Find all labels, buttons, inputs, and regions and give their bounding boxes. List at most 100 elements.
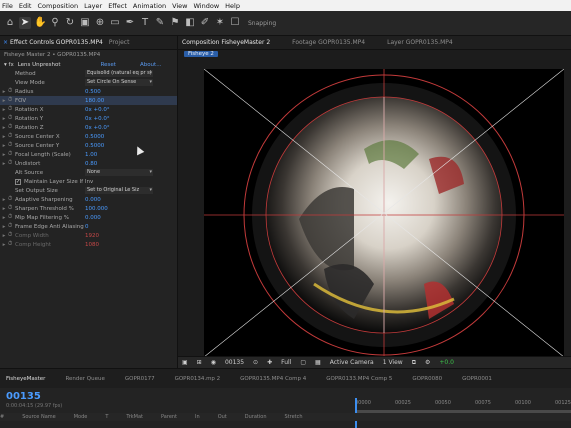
tab-project[interactable]: Project (109, 39, 130, 46)
puppet-tool-icon[interactable]: ✶ (214, 17, 226, 29)
property-value[interactable]: 0.000 (85, 215, 101, 221)
property-dropdown[interactable]: Equisolid (natural eq pr s) (85, 70, 153, 77)
stopwatch-icon[interactable]: ⏱ (8, 196, 15, 203)
effect-header[interactable]: ▾ fx Lens Unpreshot Reset About... (0, 60, 177, 69)
eraser-tool-icon[interactable]: ◧ (184, 17, 196, 29)
stopwatch-icon[interactable]: ⏱ (8, 232, 15, 239)
zoom-tool-icon[interactable]: ⚲ (49, 17, 61, 29)
timeline-column-header[interactable]: Duration (245, 414, 267, 420)
timeline-tab[interactable]: Render Queue (65, 376, 104, 382)
transparency-icon[interactable]: ▦ (315, 359, 321, 366)
effect-property-row[interactable]: ▸ ⏱ Mip Map Filtering % 0.000 (0, 213, 177, 222)
snapshot-icon[interactable]: ⊙ (253, 359, 258, 366)
effect-property-row[interactable]: ▸ ⏱ Adaptive Sharpening 0.000 (0, 195, 177, 204)
stopwatch-icon[interactable]: ⏱ (8, 133, 15, 140)
stopwatch-icon[interactable]: ⏱ (8, 160, 15, 167)
effect-property-row[interactable]: ▸ ⏱ Comp Width 1920 (0, 231, 177, 240)
expand-triangle-icon[interactable]: ▸ (0, 161, 8, 167)
property-value[interactable]: 0.500 (85, 89, 101, 95)
region-icon[interactable]: ▢ (300, 359, 306, 366)
timeline-column-header[interactable]: Source Name (22, 414, 56, 420)
timeline-tab[interactable]: FisheyeMaster (6, 376, 45, 382)
effect-property-row[interactable]: ▸ ⏱ Rotation Z 0x +0.0° (0, 123, 177, 132)
expand-triangle-icon[interactable]: ▸ (0, 107, 8, 113)
fx-toggle-icon[interactable]: ▾ fx (4, 62, 14, 68)
property-value[interactable]: 0.80 (85, 161, 97, 167)
property-value[interactable]: 1920 (85, 233, 99, 239)
expand-triangle-icon[interactable]: ▸ (0, 143, 8, 149)
property-value[interactable]: 180.00 (85, 98, 104, 104)
expand-triangle-icon[interactable]: ▸ (0, 233, 8, 239)
property-dropdown[interactable]: Set to Original Le Siz (85, 187, 153, 194)
effect-property-row[interactable]: ✓ Maintain Layer Size If Inv (0, 177, 177, 186)
timeline-column-header[interactable]: # (0, 414, 4, 420)
menu-item-window[interactable]: Window (194, 2, 220, 10)
expand-triangle-icon[interactable]: ▸ (0, 224, 8, 230)
menu-item-composition[interactable]: Composition (37, 2, 78, 10)
timeline-column-header[interactable]: Mode (74, 414, 88, 420)
effect-property-row[interactable]: ▸ ⏱ FOV 180.00 (0, 96, 177, 105)
stopwatch-icon[interactable]: ⏱ (8, 214, 15, 221)
stopwatch-icon[interactable]: ⏱ (8, 205, 15, 212)
property-value[interactable]: 0.5000 (85, 134, 104, 140)
expand-triangle-icon[interactable]: ▸ (0, 197, 8, 203)
timeline-tab[interactable]: GOPR0133.MP4 Comp 5 (326, 376, 392, 382)
stopwatch-icon[interactable]: ⏱ (8, 115, 15, 122)
menu-item-layer[interactable]: Layer (84, 2, 102, 10)
effect-property-row[interactable]: ▸ ⏱ Source Center Y 0.5000 (0, 141, 177, 150)
property-dropdown[interactable]: Set Circle On Sense (85, 79, 153, 86)
expand-triangle-icon[interactable]: ▸ (0, 98, 8, 104)
zoom-select[interactable]: Full (281, 359, 291, 366)
toggle-icon[interactable]: ⧉ (412, 359, 416, 367)
effect-property-row[interactable]: ▸ ⏱ Comp Height 1080 (0, 240, 177, 249)
composition-tab[interactable]: Composition FisheyeMaster 2 (182, 39, 270, 46)
camera-select[interactable]: Active Camera (330, 359, 374, 366)
expand-triangle-icon[interactable]: ▸ (0, 242, 8, 248)
stopwatch-icon[interactable]: ⏱ (8, 88, 15, 95)
menu-item-view[interactable]: View (172, 2, 187, 10)
menu-item-help[interactable]: Help (225, 2, 240, 10)
menu-item-effect[interactable]: Effect (108, 2, 127, 10)
effect-property-row[interactable]: Alt Source None (0, 168, 177, 177)
expand-triangle-icon[interactable]: ▸ (0, 116, 8, 122)
close-icon[interactable]: × (3, 39, 8, 46)
timeline-tab[interactable]: GOPR0080 (412, 376, 442, 382)
expand-triangle-icon[interactable]: ▸ (0, 206, 8, 212)
expand-triangle-icon[interactable]: ▸ (0, 125, 8, 131)
menu-item-file[interactable]: File (2, 2, 13, 10)
effect-property-row[interactable]: ▸ ⏱ Frame Edge Anti Aliasing 0 (0, 222, 177, 231)
property-value[interactable]: 0x +0.0° (85, 116, 110, 122)
timeline-column-header[interactable]: Parent (161, 414, 177, 420)
resolution-icon[interactable]: ⊞ (197, 359, 202, 366)
type-tool-icon[interactable]: T (139, 17, 151, 29)
timeline-column-header[interactable]: TrkMat (126, 414, 143, 420)
effect-property-row[interactable]: ▸ ⏱ Radius 0.500 (0, 87, 177, 96)
roto-brush-tool-icon[interactable]: ✐ (199, 17, 211, 29)
effect-property-row[interactable]: ▸ ⏱ Undistort 0.80 (0, 159, 177, 168)
timeline-column-header[interactable]: T (105, 414, 108, 420)
effect-property-row[interactable]: ▸ ⏱ Source Center X 0.5000 (0, 132, 177, 141)
composition-tab[interactable]: Footage GOPR0135.MP4 (292, 39, 365, 46)
composition-subtab[interactable]: Fisheye 2 (178, 50, 571, 59)
preview-icon[interactable]: ▣ (182, 359, 188, 366)
menu-item-animation[interactable]: Animation (133, 2, 166, 10)
property-value[interactable]: 0x +0.0° (85, 107, 110, 113)
expand-triangle-icon[interactable]: ▸ (0, 89, 8, 95)
tab-effect-controls[interactable]: × Effect Controls GOPR0135.MP4 (3, 39, 103, 46)
effect-property-row[interactable]: Set Output Size Set to Original Le Siz (0, 186, 177, 195)
timeline-tab[interactable]: GOPR0134.mp 2 (175, 376, 221, 382)
rotate-tool-icon[interactable]: ↻ (64, 17, 76, 29)
effect-property-row[interactable]: ▸ ⏱ Focal Length (Scale) 1.00 (0, 150, 177, 159)
expand-triangle-icon[interactable]: ▸ (0, 134, 8, 140)
stopwatch-icon[interactable]: ⏱ (8, 142, 15, 149)
snapping-checkbox-icon[interactable]: ☐ (229, 17, 241, 29)
composition-tab[interactable]: Layer GOPR0135.MP4 (387, 39, 453, 46)
timeline-tab[interactable]: GOPR0177 (125, 376, 155, 382)
camera-snapshot-icon[interactable]: ◉ (211, 359, 216, 366)
pan-behind-tool-icon[interactable]: ⊕ (94, 17, 106, 29)
stopwatch-icon[interactable]: ⏱ (8, 223, 15, 230)
property-value[interactable]: 0.5000 (85, 143, 104, 149)
property-value[interactable]: 1080 (85, 242, 99, 248)
stopwatch-icon[interactable]: ⏱ (8, 124, 15, 131)
property-checkbox[interactable]: ✓ (15, 178, 21, 185)
